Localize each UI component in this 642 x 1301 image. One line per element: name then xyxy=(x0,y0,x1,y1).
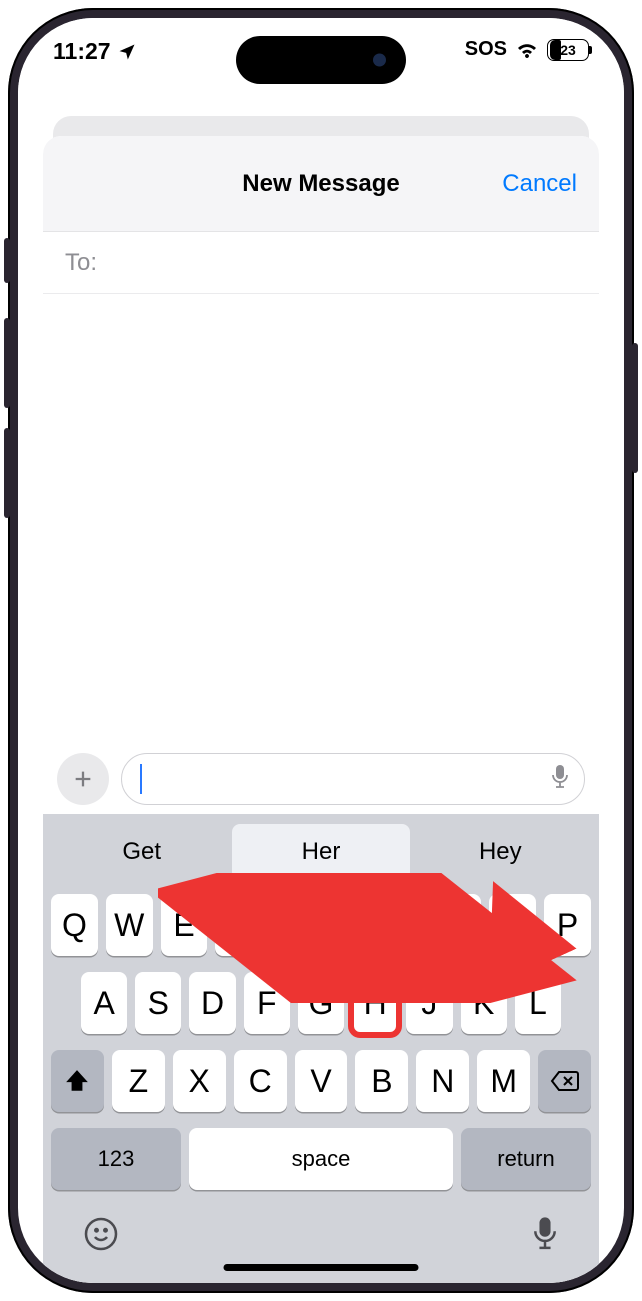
emoji-button[interactable] xyxy=(83,1216,119,1257)
return-key[interactable]: return xyxy=(461,1128,591,1190)
backspace-key[interactable] xyxy=(538,1050,591,1112)
suggestion-2[interactable]: Her xyxy=(232,824,409,880)
cancel-button[interactable]: Cancel xyxy=(502,170,577,198)
key-e[interactable]: E xyxy=(161,894,208,956)
silent-switch xyxy=(4,238,10,283)
phone-frame: 11:27 SOS 23 New Message Cancel To: xyxy=(8,8,634,1293)
key-c[interactable]: C xyxy=(234,1050,287,1112)
screen: 11:27 SOS 23 New Message Cancel To: xyxy=(18,18,624,1283)
key-b[interactable]: B xyxy=(355,1050,408,1112)
modal-title: New Message xyxy=(242,170,399,198)
key-h[interactable]: H xyxy=(352,972,398,1034)
volume-down xyxy=(4,428,10,518)
key-d[interactable]: D xyxy=(189,972,235,1034)
key-o[interactable]: O xyxy=(489,894,536,956)
sos-indicator: SOS xyxy=(465,38,507,61)
to-field[interactable]: To: xyxy=(43,232,599,294)
volume-up xyxy=(4,318,10,408)
emoji-icon xyxy=(83,1216,119,1252)
keyboard-rows: Q W E R T Y U I O P A S D xyxy=(43,886,599,1112)
battery-level: 23 xyxy=(548,42,588,58)
keyboard-row-1: Q W E R T Y U I O P xyxy=(51,894,591,956)
shift-icon xyxy=(64,1068,90,1094)
key-p[interactable]: P xyxy=(544,894,591,956)
key-r[interactable]: R xyxy=(215,894,262,956)
numeric-key[interactable]: 123 xyxy=(51,1128,181,1190)
key-q[interactable]: Q xyxy=(51,894,98,956)
key-n[interactable]: N xyxy=(416,1050,469,1112)
shift-key[interactable] xyxy=(51,1050,104,1112)
key-m[interactable]: M xyxy=(477,1050,530,1112)
key-k[interactable]: K xyxy=(461,972,507,1034)
key-u[interactable]: U xyxy=(380,894,427,956)
compose-area[interactable] xyxy=(43,294,599,744)
key-j[interactable]: J xyxy=(406,972,452,1034)
add-attachment-button[interactable] xyxy=(57,753,109,805)
dynamic-island xyxy=(236,36,406,84)
keyboard-footer xyxy=(43,1200,599,1257)
space-key[interactable]: space xyxy=(189,1128,453,1190)
modal-header: New Message Cancel xyxy=(43,136,599,232)
text-cursor xyxy=(140,764,142,794)
key-a[interactable]: A xyxy=(81,972,127,1034)
keyboard-row-3: Z X C V B N M xyxy=(51,1050,591,1112)
status-time: 11:27 xyxy=(53,38,111,65)
keyboard-row-2: A S D F G H J K L xyxy=(51,972,591,1034)
key-l[interactable]: L xyxy=(515,972,561,1034)
to-label: To: xyxy=(65,249,97,277)
keyboard-bottom-row: 123 space return xyxy=(43,1128,599,1190)
key-g[interactable]: G xyxy=(298,972,344,1034)
key-y[interactable]: Y xyxy=(325,894,372,956)
key-w[interactable]: W xyxy=(106,894,153,956)
key-v[interactable]: V xyxy=(295,1050,348,1112)
mic-button[interactable] xyxy=(531,1216,559,1257)
status-right: SOS 23 xyxy=(465,38,589,61)
home-indicator[interactable] xyxy=(224,1264,419,1271)
battery-icon: 23 xyxy=(547,39,589,61)
key-f[interactable]: F xyxy=(244,972,290,1034)
dictation-icon[interactable] xyxy=(550,764,570,795)
key-x[interactable]: X xyxy=(173,1050,226,1112)
message-input-bar xyxy=(43,744,599,814)
message-input[interactable] xyxy=(121,753,585,805)
suggestions-bar: Get Her Hey xyxy=(43,814,599,886)
new-message-modal: New Message Cancel To: xyxy=(43,136,599,1283)
power-button xyxy=(632,343,638,473)
keyboard: Get Her Hey Q W E R T Y U I O xyxy=(43,814,599,1283)
suggestion-1[interactable]: Get xyxy=(53,824,230,880)
status-left: 11:27 xyxy=(53,38,137,65)
key-z[interactable]: Z xyxy=(112,1050,165,1112)
key-i[interactable]: I xyxy=(435,894,482,956)
wifi-icon xyxy=(515,40,539,60)
key-t[interactable]: T xyxy=(270,894,317,956)
plus-icon xyxy=(72,768,94,790)
backspace-icon xyxy=(550,1069,580,1093)
location-icon xyxy=(117,42,137,62)
key-s[interactable]: S xyxy=(135,972,181,1034)
mic-icon xyxy=(531,1216,559,1252)
suggestion-3[interactable]: Hey xyxy=(412,824,589,880)
